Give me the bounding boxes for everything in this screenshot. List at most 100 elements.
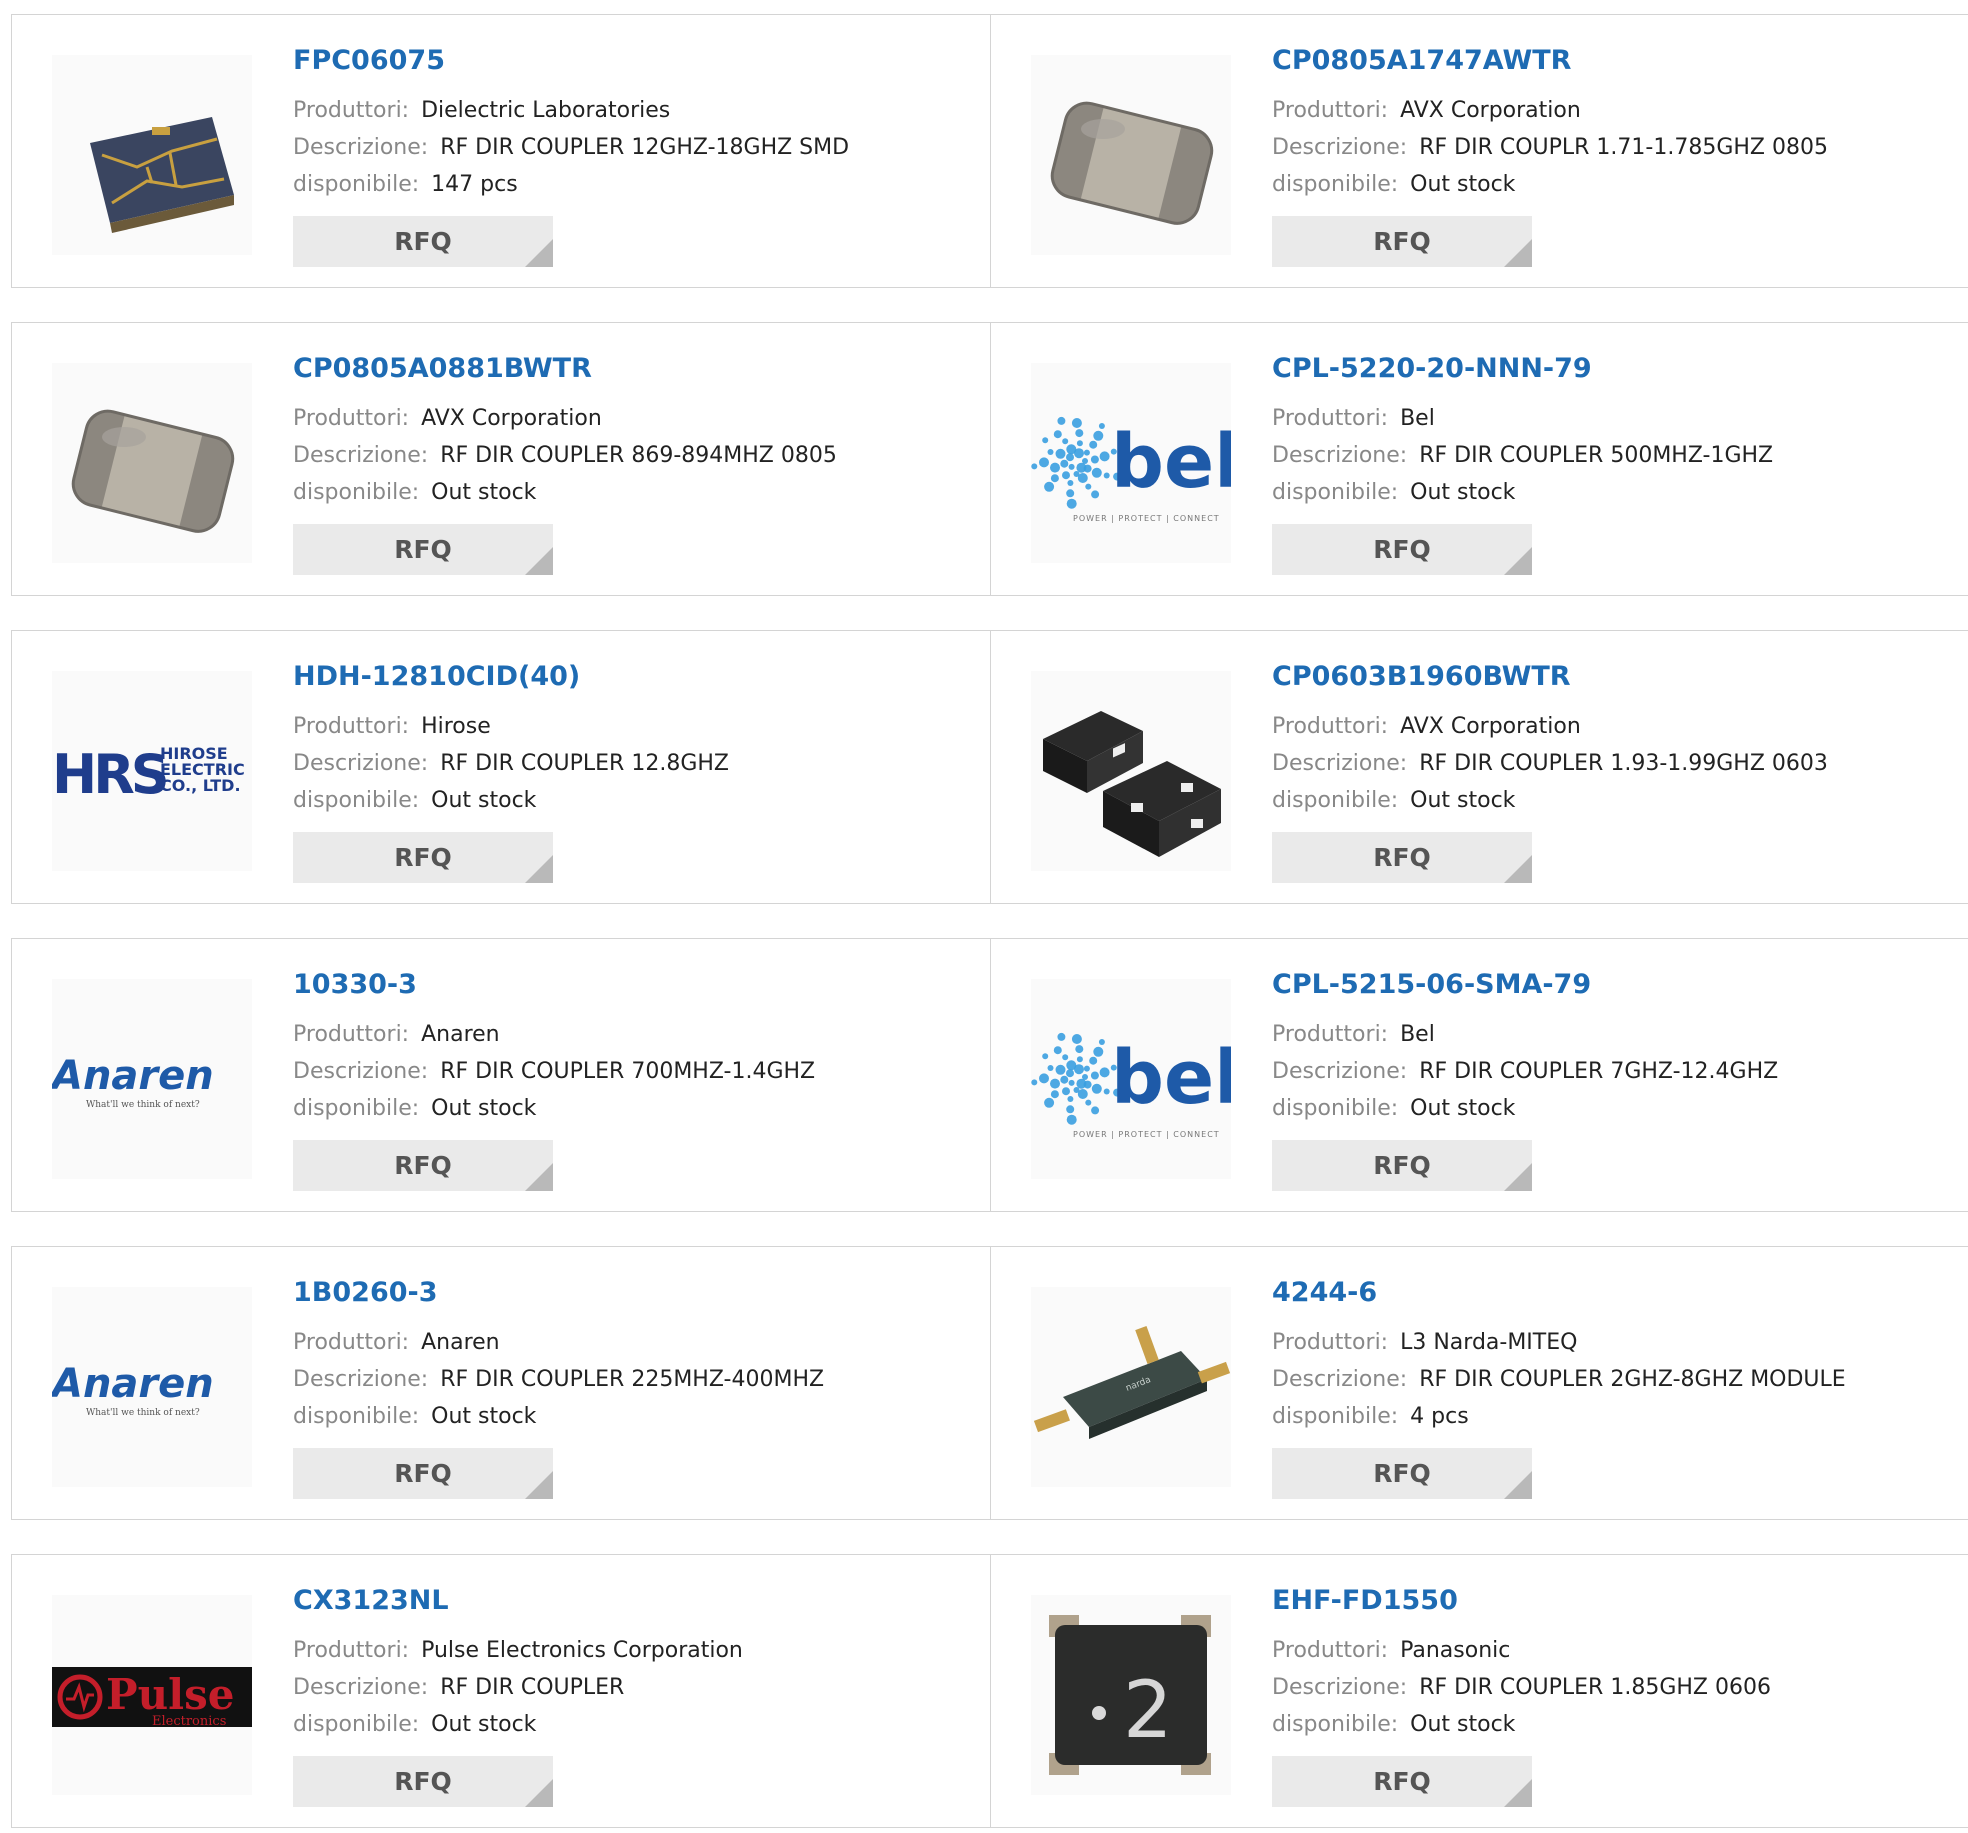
part-number-link[interactable]: CP0603B1960BWTR [1272, 661, 1571, 692]
description-row: Descrizione: RF DIR COUPLER [293, 1675, 624, 1700]
description-label: Descrizione: [1272, 1675, 1408, 1700]
availability-label: disponibile: [293, 1712, 420, 1737]
corner-triangle-icon [525, 1471, 553, 1499]
product-image[interactable]: bel POWER | PROTECT | CONNECT [1031, 979, 1231, 1179]
part-number-link[interactable]: 1B0260-3 [293, 1277, 438, 1308]
rfq-button[interactable]: RFQ [293, 216, 553, 267]
availability-row: disponibile: 147 pcs [293, 172, 518, 197]
description-row: Descrizione: RF DIR COUPLER 1.85GHZ 0606 [1272, 1675, 1771, 1700]
corner-triangle-icon [1504, 547, 1532, 575]
product-card: 2 EHF-FD1550 Produttori: Panasonic Descri… [990, 1554, 1968, 1828]
description-label: Descrizione: [293, 1675, 429, 1700]
description-row: Descrizione: RF DIR COUPLER 500MHZ-1GHZ [1272, 443, 1773, 468]
description-row: Descrizione: RF DIR COUPLER 225MHZ-400MHZ [293, 1367, 824, 1392]
manufacturer-row: Produttori: AVX Corporation [293, 406, 602, 431]
logo-text: CO., LTD. [160, 776, 241, 795]
part-number-link[interactable]: 10330-3 [293, 969, 417, 1000]
product-image[interactable]: narda [1031, 1287, 1231, 1487]
product-row: Pulse Electronics CX3123NL Produttori: Pul… [11, 1554, 1968, 1830]
part-number-link[interactable]: CPL-5220-20-NNN-79 [1272, 353, 1592, 384]
rfq-button[interactable]: RFQ [293, 1448, 553, 1499]
part-number-link[interactable]: CP0805A1747AWTR [1272, 45, 1571, 76]
rfq-button[interactable]: RFQ [293, 1756, 553, 1807]
description-value: RF DIR COUPLER 2GHZ-8GHZ MODULE [1419, 1367, 1846, 1392]
rfq-label: RFQ [1373, 1767, 1431, 1796]
rfq-button[interactable]: RFQ [293, 832, 553, 883]
product-image[interactable] [1031, 671, 1231, 871]
corner-triangle-icon [1504, 1163, 1532, 1191]
manufacturer-row: Produttori: Anaren [293, 1022, 500, 1047]
availability-row: disponibile: Out stock [1272, 172, 1515, 197]
description-label: Descrizione: [1272, 751, 1408, 776]
rfq-button[interactable]: RFQ [293, 1140, 553, 1191]
product-image[interactable] [52, 363, 252, 563]
availability-label: disponibile: [1272, 1404, 1399, 1429]
rfq-button[interactable]: RFQ [1272, 832, 1532, 883]
description-value: RF DIR COUPLER 500MHZ-1GHZ [1419, 443, 1774, 468]
rfq-label: RFQ [394, 535, 452, 564]
description-value: RF DIR COUPLER 7GHZ-12.4GHZ [1419, 1059, 1779, 1084]
chip-marking: 2 [1123, 1666, 1173, 1756]
part-number-link[interactable]: HDH-12810CID(40) [293, 661, 580, 692]
manufacturer-value: Panasonic [1400, 1638, 1511, 1663]
rfq-button[interactable]: RFQ [293, 524, 553, 575]
product-image[interactable]: Anaren What'll we think of next? [52, 1287, 252, 1487]
rfq-button[interactable]: RFQ [1272, 524, 1532, 575]
part-number-link[interactable]: CPL-5215-06-SMA-79 [1272, 969, 1591, 1000]
description-value: RF DIR COUPLER 869-894MHZ 0805 [440, 443, 837, 468]
rfq-label: RFQ [1373, 535, 1431, 564]
corner-triangle-icon [1504, 239, 1532, 267]
description-value: RF DIR COUPLER 12.8GHZ [440, 751, 729, 776]
description-value: RF DIR COUPLER 12GHZ-18GHZ SMD [440, 135, 850, 160]
corner-triangle-icon [525, 547, 553, 575]
availability-label: disponibile: [1272, 788, 1399, 813]
rfq-button[interactable]: RFQ [1272, 1448, 1532, 1499]
description-value: RF DIR COUPLER 1.93-1.99GHZ 0603 [1419, 751, 1828, 776]
description-label: Descrizione: [1272, 443, 1408, 468]
manufacturer-label: Produttori: [293, 406, 410, 431]
availability-value: Out stock [431, 1712, 537, 1737]
rfq-button[interactable]: RFQ [1272, 1756, 1532, 1807]
part-number-link[interactable]: CX3123NL [293, 1585, 449, 1616]
product-image[interactable]: HRS HIROSE ELECTRIC CO., LTD. [52, 671, 252, 871]
availability-label: disponibile: [293, 1096, 420, 1121]
corner-triangle-icon [525, 855, 553, 883]
description-row: Descrizione: RF DIR COUPLER 869-894MHZ 08… [293, 443, 837, 468]
product-row: HRS HIROSE ELECTRIC CO., LTD. HDH-12810CID(… [11, 630, 1968, 906]
availability-row: disponibile: Out stock [293, 1404, 536, 1429]
description-label: Descrizione: [293, 135, 429, 160]
rfq-button[interactable]: RFQ [1272, 1140, 1532, 1191]
manufacturer-value: Pulse Electronics Corporation [421, 1638, 743, 1663]
logo-tagline: Electronics [152, 1714, 226, 1729]
availability-value: 147 pcs [431, 172, 518, 197]
product-image[interactable]: Anaren What'll we think of next? [52, 979, 252, 1179]
product-grid: FPC06075 Produttori: Dielectric Laborator… [0, 0, 1968, 1833]
availability-value: Out stock [1410, 172, 1516, 197]
product-image[interactable] [1031, 55, 1231, 255]
product-row: FPC06075 Produttori: Dielectric Laborator… [11, 14, 1968, 290]
product-card: Anaren What'll we think of next? 10330-3 … [11, 938, 991, 1212]
rfq-label: RFQ [1373, 227, 1431, 256]
product-image[interactable] [52, 55, 252, 255]
availability-row: disponibile: Out stock [293, 1712, 536, 1737]
description-value: RF DIR COUPLER 1.85GHZ 0606 [1419, 1675, 1771, 1700]
product-image[interactable]: Pulse Electronics [52, 1595, 252, 1795]
part-number-link[interactable]: FPC06075 [293, 45, 445, 76]
rfq-button[interactable]: RFQ [1272, 216, 1532, 267]
availability-value: Out stock [1410, 1712, 1516, 1737]
manufacturer-value: Dielectric Laboratories [421, 98, 671, 123]
part-number-link[interactable]: CP0805A0881BWTR [293, 353, 592, 384]
product-image[interactable]: bel POWER | PROTECT | CONNECT [1031, 363, 1231, 563]
availability-row: disponibile: Out stock [1272, 1096, 1515, 1121]
manufacturer-row: Produttori: Anaren [293, 1330, 500, 1355]
part-number-link[interactable]: EHF-FD1550 [1272, 1585, 1458, 1616]
product-card: CP0603B1960BWTR Produttori: AVX Corporati… [990, 630, 1968, 904]
availability-value: 4 pcs [1410, 1404, 1469, 1429]
manufacturer-label: Produttori: [293, 714, 410, 739]
part-number-link[interactable]: 4244-6 [1272, 1277, 1377, 1308]
logo-tagline: What'll we think of next? [86, 1100, 200, 1110]
manufacturer-label: Produttori: [1272, 1022, 1389, 1047]
manufacturer-label: Produttori: [293, 1022, 410, 1047]
availability-label: disponibile: [293, 788, 420, 813]
product-image[interactable]: 2 [1031, 1595, 1231, 1795]
